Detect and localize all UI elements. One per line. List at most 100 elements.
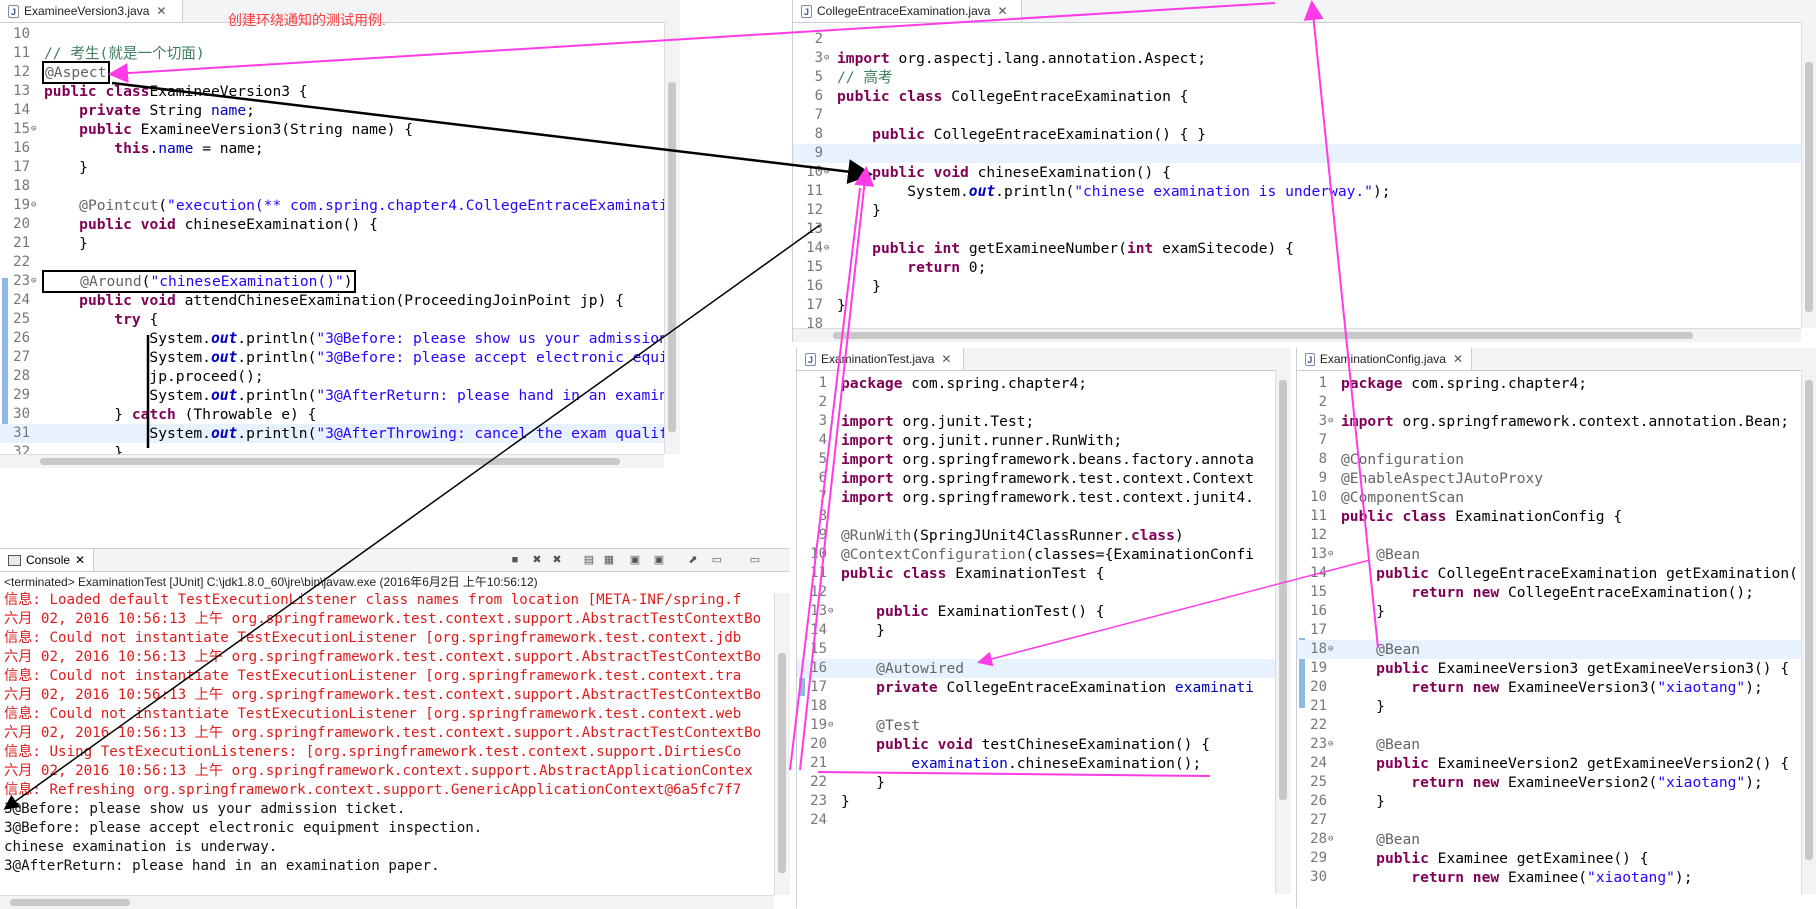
code-line[interactable]: 23 ⊖ @Bean xyxy=(1297,735,1801,754)
pin-console-icon[interactable]: ⬈ xyxy=(686,553,700,567)
code-line[interactable]: 25 return new ExamineeVersion2("xiaotang… xyxy=(1297,773,1801,792)
vertical-scrollbar[interactable] xyxy=(1801,370,1816,894)
code-line[interactable]: 14 public CollegeEntraceExamination getE… xyxy=(1297,564,1801,583)
code-line[interactable]: 8 xyxy=(797,507,1275,526)
code-line[interactable]: 19 ⊖ @Pointcut("execution(** com.spring.c… xyxy=(0,196,680,215)
horizontal-scrollbar[interactable] xyxy=(0,895,774,909)
code-line[interactable]: 17 xyxy=(1297,621,1801,640)
code-line[interactable]: 3 ⊖ import org.springframework.context.ann… xyxy=(1297,412,1801,431)
code-line[interactable]: 22 xyxy=(1297,716,1801,735)
code-line[interactable]: 5 import org.springframework.beans.factor… xyxy=(797,450,1275,469)
code-line[interactable]: 6 import org.springframework.test.context… xyxy=(797,469,1275,488)
code-line[interactable]: 14 private String name; xyxy=(0,101,664,120)
code-area[interactable]: 1 package com.spring.chapter4; 2 3 ⊖ import o… xyxy=(1297,374,1801,894)
fold-icon[interactable]: ⊖ xyxy=(1328,545,1333,564)
horizontal-scrollbar[interactable] xyxy=(793,328,1801,342)
code-line[interactable]: 22 xyxy=(0,253,664,272)
open-console-icon[interactable]: ▭ xyxy=(748,553,762,567)
tab-college-entrace-examination[interactable]: J CollegeEntraceExamination.java ✕ xyxy=(793,0,1022,22)
code-line[interactable]: 24 public ExamineeVersion2 getExamineeVe… xyxy=(1297,754,1801,773)
code-line[interactable]: 21 } xyxy=(0,234,664,253)
code-line[interactable]: 11 // 考生(就是一个切面) xyxy=(0,44,664,63)
code-line[interactable]: 11 public class ExaminationConfig { xyxy=(1297,507,1801,526)
code-line[interactable]: 14 ⊖ public int getExamineeNumber(int exa… xyxy=(793,239,1801,258)
code-line[interactable]: 20 public void testChineseExamination() … xyxy=(797,735,1275,754)
code-line[interactable]: 23 ⊖ @Around("chineseExamination()") xyxy=(0,270,664,293)
code-line[interactable]: 29 System.out.println("3@AfterReturn: pl… xyxy=(0,386,680,405)
code-line[interactable]: 1 package com.spring.chapter4; xyxy=(797,374,1275,393)
code-line[interactable]: 13 ⊖ @Bean xyxy=(1297,545,1801,564)
fold-icon[interactable]: ⊖ xyxy=(824,49,829,68)
code-line[interactable]: 27 xyxy=(1297,811,1801,830)
tab-console[interactable]: Console ✕ xyxy=(0,549,95,571)
code-line[interactable]: 13 xyxy=(793,220,1801,239)
code-line[interactable]: 12 @Aspect xyxy=(0,61,664,84)
code-line[interactable]: 27 System.out.println("3@Before: please … xyxy=(0,348,680,367)
editor-examinee-version3[interactable]: J ExamineeVersion3.java ✕ 10 11 // 考生(就是一个… xyxy=(0,0,680,468)
code-line[interactable]: 5 // 高考 xyxy=(793,68,1801,87)
code-line[interactable]: 24 xyxy=(797,811,1275,830)
code-line[interactable]: 28 ⊖ @Bean xyxy=(1297,830,1801,849)
code-line[interactable]: 4 import org.junit.runner.RunWith; xyxy=(797,431,1275,450)
code-line[interactable]: 26 System.out.println("3@Before: please … xyxy=(0,329,680,348)
code-line[interactable]: 2 xyxy=(797,393,1275,412)
code-line[interactable]: 16 @Autowired xyxy=(797,659,1275,678)
code-line[interactable]: 20 return new ExamineeVersion3("xiaotang… xyxy=(1297,678,1801,697)
display-console-icon[interactable]: ▭ xyxy=(710,553,724,567)
code-line[interactable]: 9 @RunWith(SpringJUnit4ClassRunner.class) xyxy=(797,526,1275,545)
remove-launch-icon[interactable]: ✖ xyxy=(530,553,544,567)
code-line[interactable]: 11 System.out.println("chinese examinati… xyxy=(793,182,1801,201)
code-line[interactable]: 10 ⊖ public void chineseExamination() { xyxy=(793,163,1801,182)
fold-icon[interactable]: ⊖ xyxy=(824,239,829,258)
code-line[interactable]: 12 xyxy=(797,583,1275,602)
terminate-icon[interactable]: ■ xyxy=(508,553,522,567)
code-line[interactable]: 18 xyxy=(797,697,1275,716)
code-line[interactable]: 19 public ExamineeVersion3 getExamineeVe… xyxy=(1297,659,1801,678)
fold-icon[interactable]: ⊖ xyxy=(31,196,36,215)
fold-icon[interactable]: ⊖ xyxy=(828,602,833,621)
vertical-scrollbar[interactable] xyxy=(664,22,680,454)
code-line[interactable]: 29 public Examinee getExaminee() { xyxy=(1297,849,1801,868)
code-line[interactable]: 7 xyxy=(793,106,1801,125)
code-line[interactable]: 17 } xyxy=(0,158,664,177)
code-line[interactable]: 21 examination.chineseExamination(); xyxy=(797,754,1275,773)
code-line[interactable]: 18 xyxy=(0,177,664,196)
code-area[interactable]: 1 package com.spring.chapter4; 2 3 import or… xyxy=(797,374,1275,894)
remove-all-icon[interactable]: ✖ xyxy=(550,553,564,567)
tab-examination-test[interactable]: J ExaminationTest.java ✕ xyxy=(797,348,964,370)
code-line[interactable]: 26 } xyxy=(1297,792,1801,811)
close-icon[interactable]: ✕ xyxy=(156,4,166,18)
fold-icon[interactable]: ⊖ xyxy=(31,272,36,291)
tab-examination-config[interactable]: J ExaminationConfig.java ✕ xyxy=(1297,348,1472,370)
code-line[interactable]: 14 } xyxy=(797,621,1275,640)
code-line[interactable]: 21 } xyxy=(1297,697,1801,716)
code-line[interactable]: 8 public CollegeEntraceExamination() { } xyxy=(793,125,1801,144)
code-line[interactable]: 31 System.out.println("3@AfterThrowing: … xyxy=(0,424,680,443)
code-line[interactable]: 25 try { xyxy=(0,310,664,329)
show-on-stdout-icon[interactable]: ▣ xyxy=(628,553,642,567)
code-line[interactable]: 15 xyxy=(797,640,1275,659)
code-line[interactable]: 24 public void attendChineseExamination(… xyxy=(0,291,664,310)
code-line[interactable]: 13 public classExamineeVersion3 { xyxy=(0,82,664,101)
vertical-scrollbar[interactable] xyxy=(774,593,790,895)
code-line[interactable]: 17 private CollegeEntraceExamination exa… xyxy=(797,678,1275,697)
code-line[interactable]: 20 public void chineseExamination() { xyxy=(0,215,664,234)
code-line[interactable]: 23} xyxy=(797,792,1275,811)
code-line[interactable]: 16 this.name = name; xyxy=(0,139,664,158)
code-line[interactable]: 6 public class CollegeEntraceExamination … xyxy=(793,87,1801,106)
code-line[interactable]: 1 package com.spring.chapter4; xyxy=(1297,374,1801,393)
clear-console-icon[interactable]: ▤ xyxy=(582,553,596,567)
code-line[interactable]: 3 import org.junit.Test; xyxy=(797,412,1275,431)
console-output[interactable]: 信息: Loaded default TestExecutionListener… xyxy=(4,591,761,876)
code-line[interactable]: 30 } catch (Throwable e) { xyxy=(0,405,664,424)
code-line[interactable]: 17} xyxy=(793,296,1801,315)
code-line[interactable]: 7 xyxy=(1297,431,1801,450)
code-area[interactable]: 10 11 // 考生(就是一个切面) 12 @Aspect 13 public class… xyxy=(0,25,680,468)
code-line[interactable]: 30 return new Examinee("xiaotang"); xyxy=(1297,868,1801,887)
code-line[interactable]: 9 @EnableAspectJAutoProxy xyxy=(1297,469,1801,488)
fold-icon[interactable]: ⊖ xyxy=(824,163,829,182)
code-line[interactable]: 11 public class ExaminationTest { xyxy=(797,564,1275,583)
fold-icon[interactable]: ⊖ xyxy=(1328,830,1333,849)
vertical-scrollbar[interactable] xyxy=(1801,22,1816,328)
scroll-lock-icon[interactable]: ▦ xyxy=(602,553,616,567)
